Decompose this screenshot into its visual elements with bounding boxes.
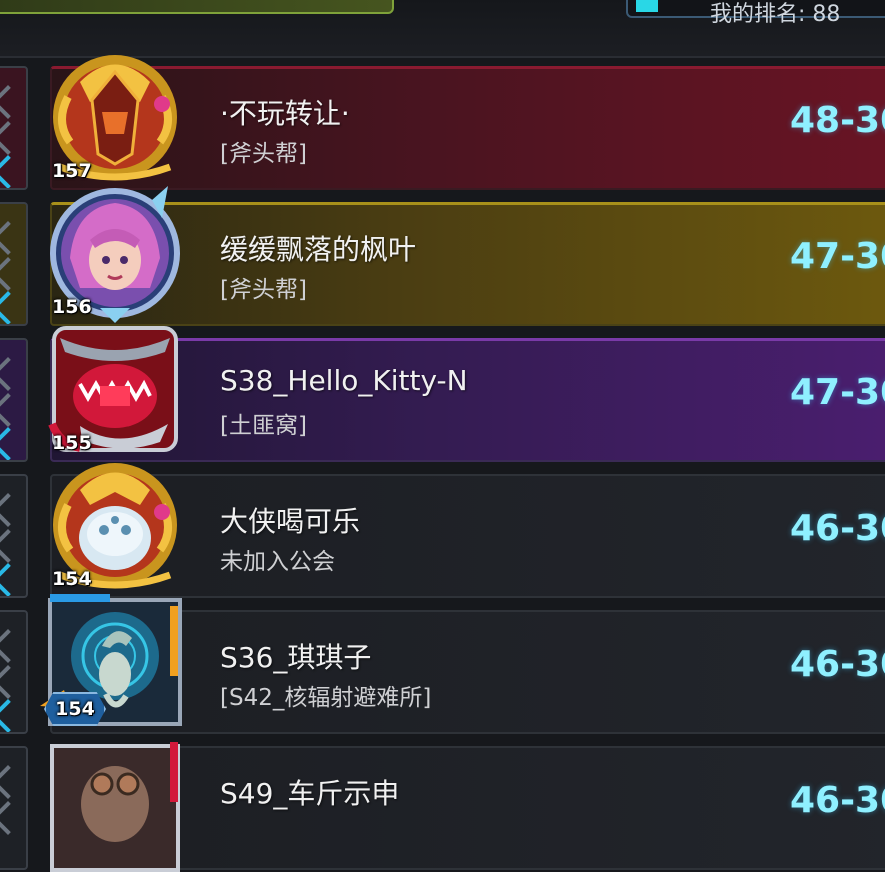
player-score: 47-30 [790, 372, 885, 413]
chevron-icon [0, 121, 25, 155]
rank-chevron-column [0, 474, 28, 598]
chevron-icon [0, 257, 25, 291]
guild-name: [斧头帮] [220, 141, 307, 167]
my-rank-label: 我的排名: 88 [710, 2, 841, 27]
player-name: S38_Hello_Kitty-N [220, 364, 468, 397]
player-score: 47-30 [790, 236, 885, 277]
chevron-icon [0, 493, 25, 527]
leaderboard-row[interactable]: 154 大侠喝可乐 未加入公会 46-30 [0, 463, 885, 598]
player-name: S36_琪琪子 [220, 641, 372, 674]
rank-chevron-column [0, 610, 28, 734]
player-score: 46-30 [790, 780, 885, 821]
guild-name: 未加入公会 [220, 549, 335, 575]
chevron-icon [0, 699, 25, 732]
header-tab-frame[interactable] [0, 0, 394, 14]
leaderboard-row[interactable]: S49_车斤示申 46-30 [0, 736, 885, 872]
player-name: 缓缓飘落的枫叶 [220, 233, 417, 266]
rank-marker-icon [636, 0, 658, 12]
leaderboard-row[interactable]: 154 S36_琪琪子 [S42_核辐射避难所] 46-30 [0, 594, 885, 734]
chevron-icon [0, 629, 25, 663]
rank-chevron-column [0, 338, 28, 462]
chevron-icon [0, 427, 25, 460]
chevron-icon [0, 85, 25, 119]
guild-name: [土匪窝] [220, 413, 307, 439]
player-name: ·不玩转让· [220, 97, 350, 130]
leaderboard-row[interactable]: 155 S38_Hello_Kitty-N [土匪窝] 47-30 [0, 326, 885, 462]
player-name: S49_车斤示申 [220, 777, 400, 810]
chevron-icon [0, 765, 25, 799]
bearded-warrior-avatar-icon[interactable] [40, 722, 190, 872]
leaderboard-row[interactable]: 157 ·不玩转让· [斧头帮] 48-30 [0, 55, 885, 190]
guild-name: [斧头帮] [220, 277, 307, 303]
chevron-icon [0, 665, 25, 699]
player-score: 46-30 [790, 644, 885, 685]
rank-chevron-column [0, 202, 28, 326]
chevron-icon [0, 291, 25, 324]
chevron-icon [0, 155, 25, 188]
rank-chevron-column [0, 66, 28, 190]
chevron-icon [0, 357, 25, 391]
player-score: 48-30 [790, 100, 885, 141]
player-level: 154 [44, 692, 106, 726]
leaderboard-row[interactable]: 156 缓缓飘落的枫叶 [斧头帮] 47-30 [0, 186, 885, 326]
guild-name: [S42_核辐射避难所] [220, 685, 432, 711]
chevron-icon [0, 529, 25, 563]
chevron-icon [0, 221, 25, 255]
rank-chevron-column [0, 746, 28, 870]
my-rank-panel: 我的排名: 88 [626, 0, 885, 27]
player-name: 大侠喝可乐 [220, 505, 361, 538]
player-score: 46-30 [790, 508, 885, 549]
chevron-icon [0, 393, 25, 427]
chevron-icon [0, 801, 25, 835]
chevron-icon [0, 563, 25, 596]
